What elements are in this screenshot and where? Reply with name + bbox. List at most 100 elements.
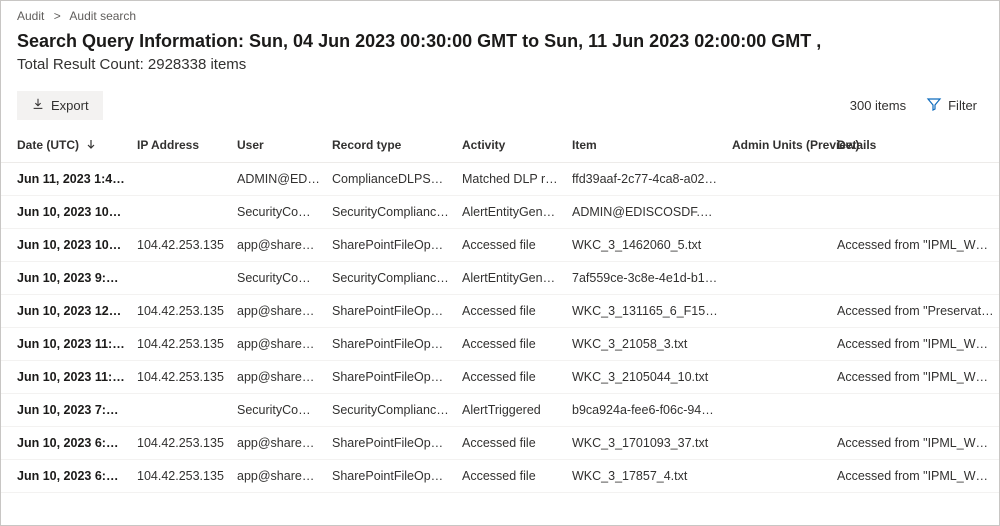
cell-ip: 104.42.253.135 (131, 361, 231, 394)
cell-record: SecurityComplianceAlerts (326, 196, 456, 229)
table-row[interactable]: Jun 10, 2023 6:58 AM104.42.253.135app@sh… (1, 427, 1000, 460)
filter-label: Filter (948, 98, 977, 113)
cell-ip: 104.42.253.135 (131, 295, 231, 328)
cell-activity: Accessed file (456, 295, 566, 328)
cell-activity: Accessed file (456, 328, 566, 361)
col-activity[interactable]: Activity (456, 130, 566, 163)
cell-user: SecurityComplianc... (231, 262, 326, 295)
cell-activity: Accessed file (456, 229, 566, 262)
table-body: Jun 11, 2023 1:41 AMADMIN@EDISCOS...Comp… (1, 163, 1000, 493)
cell-date: Jun 10, 2023 10:16 PM (1, 229, 131, 262)
cell-date: Jun 11, 2023 1:41 AM (1, 163, 131, 196)
cell-details (831, 196, 1000, 229)
cell-ip (131, 163, 231, 196)
cell-item: WKC_3_21058_3.txt (566, 328, 726, 361)
cell-ip: 104.42.253.135 (131, 460, 231, 493)
results-table: Date (UTC) IP Address User Record type A… (1, 130, 1000, 493)
table-header-row: Date (UTC) IP Address User Record type A… (1, 130, 1000, 163)
cell-activity: AlertEntityGenerated (456, 196, 566, 229)
cell-ip: 104.42.253.135 (131, 427, 231, 460)
cell-details: Accessed from "IPML_WKC_3_301" (831, 460, 1000, 493)
table-row[interactable]: Jun 11, 2023 1:41 AMADMIN@EDISCOS...Comp… (1, 163, 1000, 196)
cell-activity: Matched DLP rule (456, 163, 566, 196)
cell-ip (131, 196, 231, 229)
breadcrumb-root[interactable]: Audit (17, 9, 44, 23)
cell-admin (726, 427, 831, 460)
breadcrumb-current: Audit search (69, 9, 136, 23)
table-row[interactable]: Jun 10, 2023 12:54 PM104.42.253.135app@s… (1, 295, 1000, 328)
page-title: Search Query Information: Sun, 04 Jun 20… (1, 27, 999, 54)
result-count: Total Result Count: 2928338 items (1, 54, 999, 91)
col-date[interactable]: Date (UTC) (1, 130, 131, 163)
cell-record: SharePointFileOperation (326, 460, 456, 493)
cell-item: WKC_3_17857_4.txt (566, 460, 726, 493)
cell-details: Accessed from "IPML_WKC_3_185" (831, 229, 1000, 262)
cell-item: WKC_3_1701093_37.txt (566, 427, 726, 460)
cell-record: SharePointFileOperation (326, 295, 456, 328)
export-label: Export (51, 98, 89, 113)
filter-button[interactable]: Filter (920, 95, 983, 116)
cell-ip: 104.42.253.135 (131, 328, 231, 361)
cell-date: Jun 10, 2023 9:49 PM (1, 262, 131, 295)
cell-item: ffd39aaf-2c77-4ca8-a02f-ed... (566, 163, 726, 196)
cell-item: WKC_3_1462060_5.txt (566, 229, 726, 262)
cell-details: Accessed from "IPML_WKC_3_274" (831, 427, 1000, 460)
cell-details (831, 163, 1000, 196)
cell-details (831, 262, 1000, 295)
col-details[interactable]: Details (831, 130, 1000, 163)
cell-admin (726, 163, 831, 196)
cell-activity: Accessed file (456, 460, 566, 493)
cell-record: ComplianceDLPSharePoint (326, 163, 456, 196)
cell-user: app@sharepoint (231, 427, 326, 460)
toolbar: Export 300 items Filter (1, 91, 999, 130)
cell-admin (726, 262, 831, 295)
cell-date: Jun 10, 2023 12:54 PM (1, 295, 131, 328)
cell-user: app@sharepoint (231, 229, 326, 262)
cell-ip (131, 394, 231, 427)
cell-date: Jun 10, 2023 7:12 AM (1, 394, 131, 427)
cell-details (831, 394, 1000, 427)
table-row[interactable]: Jun 10, 2023 10:16 PM104.42.253.135app@s… (1, 229, 1000, 262)
cell-item: 7af559ce-3c8e-4e1d-b140-f... (566, 262, 726, 295)
col-item[interactable]: Item (566, 130, 726, 163)
cell-user: app@sharepoint (231, 328, 326, 361)
col-record[interactable]: Record type (326, 130, 456, 163)
cell-user: app@sharepoint (231, 460, 326, 493)
col-user[interactable]: User (231, 130, 326, 163)
table-row[interactable]: Jun 10, 2023 9:49 PM SecurityComplianc...… (1, 262, 1000, 295)
cell-user: SecurityComplianc... (231, 196, 326, 229)
cell-details: Accessed from "IPML_WKC_3_395" (831, 361, 1000, 394)
col-admin[interactable]: Admin Units (Preview) (726, 130, 831, 163)
audit-search-page: Audit > Audit search Search Query Inform… (0, 0, 1000, 526)
cell-admin (726, 460, 831, 493)
cell-admin (726, 394, 831, 427)
table-row[interactable]: Jun 10, 2023 11:32 AM104.42.253.135app@s… (1, 328, 1000, 361)
download-icon (31, 97, 45, 114)
cell-admin (726, 328, 831, 361)
table-row[interactable]: Jun 10, 2023 6:12 AM104.42.253.135app@sh… (1, 460, 1000, 493)
table-row[interactable]: Jun 10, 2023 10:33 PMSecurityComplianc..… (1, 196, 1000, 229)
cell-admin (726, 295, 831, 328)
table-row[interactable]: Jun 10, 2023 11:18 AM104.42.253.135app@s… (1, 361, 1000, 394)
cell-date: Jun 10, 2023 11:18 AM (1, 361, 131, 394)
cell-user: SecurityComplianc... (231, 394, 326, 427)
cell-record: SecurityComplianceAlerts (326, 262, 456, 295)
breadcrumb-separator: > (54, 9, 61, 23)
cell-admin (726, 361, 831, 394)
breadcrumb: Audit > Audit search (1, 1, 999, 27)
cell-date: Jun 10, 2023 11:32 AM (1, 328, 131, 361)
export-button[interactable]: Export (17, 91, 103, 120)
cell-date: Jun 10, 2023 6:58 AM (1, 427, 131, 460)
results-table-wrap: Date (UTC) IP Address User Record type A… (1, 130, 999, 493)
cell-user: app@sharepoint (231, 295, 326, 328)
cell-item: ADMIN@EDISCOSDF.ONMI... (566, 196, 726, 229)
cell-admin (726, 229, 831, 262)
col-ip[interactable]: IP Address (131, 130, 231, 163)
cell-item: b9ca924a-fee6-f06c-9400-0... (566, 394, 726, 427)
cell-date: Jun 10, 2023 6:12 AM (1, 460, 131, 493)
table-row[interactable]: Jun 10, 2023 7:12 AM SecurityComplianc...… (1, 394, 1000, 427)
cell-item: WKC_3_131165_6_F1588813-... (566, 295, 726, 328)
items-count: 300 items (850, 98, 906, 113)
cell-record: SharePointFileOperation (326, 229, 456, 262)
cell-activity: AlertTriggered (456, 394, 566, 427)
